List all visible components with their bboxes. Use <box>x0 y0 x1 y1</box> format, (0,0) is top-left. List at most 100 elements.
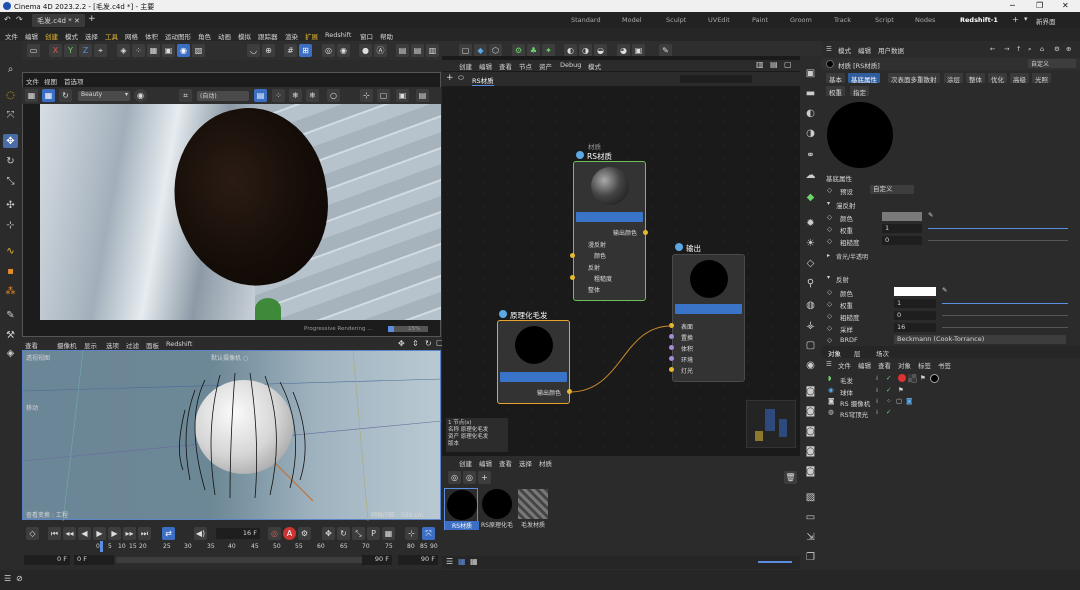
attr-lock-icon[interactable]: ⌂ <box>1040 45 1044 53</box>
node-minimap[interactable] <box>746 400 796 448</box>
rs-cam1-icon[interactable]: ◙ <box>803 384 818 398</box>
diffuse-weight-slider[interactable] <box>928 228 1068 229</box>
menu-window[interactable]: 窗口 <box>360 31 373 41</box>
rv-save-icon[interactable]: ▣ <box>396 89 409 102</box>
eyedropper-icon[interactable]: ✎ <box>928 211 933 219</box>
attr-subtab-weight[interactable]: 权重 <box>826 86 845 97</box>
om-menu-file[interactable]: 文件 <box>838 360 851 370</box>
tab-uvedit[interactable]: UVEdit <box>708 16 730 24</box>
frame-field[interactable]: 16 F <box>216 528 260 539</box>
mm-new1-icon[interactable]: ◎ <box>448 471 461 484</box>
layout-menu-icon[interactable]: ▾ <box>1024 15 1028 23</box>
last-frame-button[interactable]: ⏭ <box>138 527 151 540</box>
rv-snow2-icon[interactable]: ❄ <box>306 89 319 102</box>
mm-menu-edit[interactable]: 编辑 <box>479 458 492 468</box>
sound-icon[interactable]: ◀) <box>194 527 207 540</box>
menu-mesh[interactable]: 网格 <box>125 31 138 41</box>
tweak-icon[interactable]: ⤧ <box>3 108 18 122</box>
edges-mode-icon[interactable]: ▦ <box>147 44 160 57</box>
om-menu-bookmarks[interactable]: 书签 <box>938 360 951 370</box>
rv-snow1-icon[interactable]: ❄ <box>289 89 302 102</box>
render-queue-icon[interactable]: Ⓐ <box>374 44 387 57</box>
autokey-icon[interactable]: A <box>283 527 296 540</box>
scale-tool-icon[interactable]: ⤡ <box>3 174 18 188</box>
vp-menu-filter[interactable]: 过滤 <box>126 340 139 350</box>
menu-mode[interactable]: 模式 <box>65 31 78 41</box>
attr-tab-coat[interactable]: 涂层 <box>944 73 963 84</box>
timeline-ruler[interactable]: 0 5 10 15 20 25 30 35 40 45 50 55 60 65 … <box>22 541 441 552</box>
rv-overlay-icon[interactable]: ▢ <box>377 89 390 102</box>
rs-light2-icon[interactable]: ◑ <box>803 126 818 140</box>
record-icon[interactable]: ◎ <box>268 527 281 540</box>
rs-cube-icon[interactable]: ◆ <box>803 190 818 204</box>
brush-icon[interactable]: ✎ <box>3 308 18 322</box>
rv-menu-view[interactable]: 视图 <box>44 76 57 86</box>
mm-grid-icon[interactable]: ▦ <box>458 557 466 566</box>
rs-copy-icon[interactable]: ❐ <box>803 550 818 564</box>
menu-create[interactable]: 创建 <box>45 31 58 41</box>
rs-cam4-icon[interactable]: ◙ <box>803 444 818 458</box>
rv-circle-icon[interactable]: ○ <box>327 89 340 102</box>
mm-menu-select[interactable]: 选择 <box>519 458 532 468</box>
om-menu-tags[interactable]: 标签 <box>918 360 931 370</box>
render-region-icon[interactable]: ◎ <box>322 44 335 57</box>
search-icon[interactable]: ⌕ <box>3 62 18 76</box>
tab-track[interactable]: Track <box>834 16 851 24</box>
rs-spot-icon[interactable]: ◇ <box>803 256 818 270</box>
attr-add-icon[interactable]: ⊕ <box>1066 45 1071 53</box>
node-editor[interactable]: 创建 编辑 查看 节点 资产 Debug 模式 ▥ ▤ ▢ + ⬭ RS材质 材… <box>442 56 800 456</box>
rs-cam2-icon[interactable]: ◙ <box>803 404 818 418</box>
diffuse-color-swatch[interactable] <box>882 212 922 221</box>
undo-icon[interactable]: ↶ <box>4 15 11 24</box>
refl-rough-slider[interactable] <box>942 315 1068 316</box>
menu-animate[interactable]: 动画 <box>218 31 231 41</box>
sphere-tag-icon[interactable]: ⚑ <box>898 386 904 394</box>
minimize-button[interactable]: ─ <box>1010 1 1015 10</box>
visibility-toggle[interactable]: ⁞ <box>876 397 878 405</box>
tab-script[interactable]: Script <box>875 16 894 24</box>
rs-link-icon[interactable]: ⚭ <box>803 148 818 162</box>
object-row-rs-dome[interactable]: ◍ RS穹顶光 ⁞ ✓ <box>826 408 1076 419</box>
menu-tools[interactable]: 工具 <box>105 31 118 41</box>
rs-export-icon[interactable]: ⇲ <box>803 530 818 544</box>
move-tool-icon[interactable]: ✥ <box>3 134 18 148</box>
rv-crop-icon[interactable]: ⌗ <box>179 89 192 102</box>
attr-menu-icon[interactable]: ☰ <box>826 45 832 53</box>
vp-menu-display[interactable]: 显示 <box>84 340 97 350</box>
spline-pen-icon[interactable]: ∿ <box>3 244 18 258</box>
menu-help[interactable]: 帮助 <box>380 31 393 41</box>
range-slider[interactable] <box>116 557 376 563</box>
vp-menu-camera[interactable]: 摄像机 <box>57 340 77 350</box>
menu-edit[interactable]: 编辑 <box>25 31 38 41</box>
diffuse-rough-slider[interactable] <box>928 240 1068 241</box>
menu-redshift[interactable]: Redshift <box>325 31 351 39</box>
next-key-button[interactable]: ▸▸ <box>123 527 136 540</box>
texture-mode-icon[interactable]: ▧ <box>192 44 205 57</box>
magnet-icon[interactable]: ◡ <box>247 44 260 57</box>
frame-icon[interactable]: ▥ <box>426 44 439 57</box>
tab-nodes[interactable]: Nodes <box>915 16 935 24</box>
rv-render-icon[interactable]: ▦ <box>42 89 55 102</box>
restore-button[interactable]: ❐ <box>1036 1 1043 10</box>
refl-samples-slider[interactable] <box>942 327 1068 328</box>
param-key-icon[interactable]: P <box>367 527 380 540</box>
menu-render[interactable]: 渲染 <box>285 31 298 41</box>
axis-y-button[interactable]: Y <box>64 44 77 57</box>
rot-key-icon[interactable]: ↻ <box>337 527 350 540</box>
pla-key-icon[interactable]: ▦ <box>382 527 395 540</box>
preset-select[interactable]: 自定义 <box>870 185 914 194</box>
hair-tag-material[interactable] <box>930 374 939 383</box>
refl-weight-slider[interactable] <box>942 303 1068 304</box>
tab-model[interactable]: Model <box>622 16 642 24</box>
visibility-toggle[interactable]: ⁞ <box>876 408 878 416</box>
beauty-select[interactable]: Beauty ▾ <box>78 91 130 101</box>
hair-tag-red[interactable] <box>898 374 906 382</box>
brdf-select[interactable]: Beckmann (Cook-Torrance) <box>894 335 1066 344</box>
vp-menu-redshift[interactable]: Redshift <box>166 340 192 348</box>
attr-preset-top[interactable]: 自定义 <box>1028 59 1076 68</box>
keyframe-sel-icon[interactable]: ⚙ <box>298 527 311 540</box>
material-thumb-hair[interactable]: RS原理化毛 <box>480 488 514 530</box>
document-tab[interactable]: 毛发.c4d * ✕ <box>32 14 85 27</box>
rs-dome-icon[interactable]: ☁ <box>803 168 818 182</box>
placement-icon[interactable]: ⊹ <box>3 218 18 232</box>
